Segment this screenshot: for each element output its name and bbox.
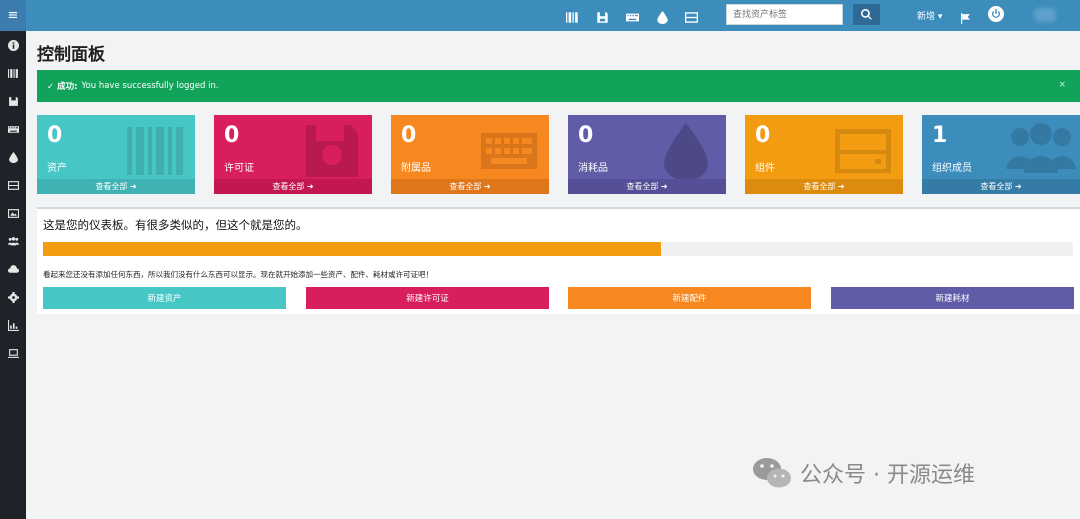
tile-count: 1: [932, 123, 948, 148]
bar-chart-icon: [7, 319, 19, 331]
alert-prefix: ✓ 成功:: [47, 82, 78, 92]
search-icon: [861, 9, 872, 20]
alerts-flag-icon[interactable]: [960, 9, 971, 28]
new-accessory-button[interactable]: 新建配件: [568, 287, 811, 309]
tile-assets: 0 资产 查看全部 ➜: [37, 115, 195, 194]
page-title: 控制面板: [37, 45, 105, 65]
watermark-text: 公众号 · 开源运维: [800, 463, 975, 488]
view-all-assets-link[interactable]: 查看全部 ➜: [37, 179, 195, 194]
new-consumable-button[interactable]: 新建耗材: [831, 287, 1074, 309]
dashboard-panel: 这是您的仪表板。有很多类似的，但这个就是您的。 看起来您还没有添加任何东西，所以…: [37, 207, 1080, 314]
tile-users: 1 组织成员 查看全部 ➜: [922, 115, 1080, 194]
tile-label: 组件: [755, 163, 775, 174]
barcode-icon: [7, 68, 18, 78]
menu-toggle-icon[interactable]: ≡: [0, 0, 26, 31]
user-avatar[interactable]: [1034, 8, 1056, 22]
progress-bar: [43, 242, 1073, 256]
view-all-accessories-link[interactable]: 查看全部 ➜: [391, 179, 549, 194]
power-logout-icon[interactable]: [988, 6, 1004, 22]
tile-label: 资产: [47, 163, 67, 174]
tile-accessories: 0 附属品 查看全部 ➜: [391, 115, 549, 194]
sidebar-item-dashboard[interactable]: [0, 31, 26, 59]
view-all-consumables-link[interactable]: 查看全部 ➜: [568, 179, 726, 194]
sidebar-item-settings[interactable]: [0, 283, 26, 311]
new-asset-button[interactable]: 新建资产: [43, 287, 286, 309]
tile-label: 消耗品: [578, 163, 608, 174]
alert-close-icon[interactable]: ×: [1058, 80, 1066, 90]
nav-accessories-keyboard-icon[interactable]: [626, 9, 639, 22]
sidebar-item-people[interactable]: [0, 227, 26, 255]
create-new-dropdown[interactable]: 新增 ▾: [917, 9, 942, 22]
keyboard-icon: [479, 121, 539, 181]
sidebar-item-reports[interactable]: [0, 311, 26, 339]
sidebar-item-consumables[interactable]: [0, 143, 26, 171]
cloud-upload-icon: [7, 264, 19, 273]
search-button[interactable]: [853, 4, 880, 25]
top-navbar: 新增 ▾: [26, 0, 1080, 31]
tile-label: 组织成员: [932, 163, 972, 174]
floppy-disk-icon: [302, 121, 362, 181]
sidebar-item-accessories[interactable]: [0, 115, 26, 143]
wechat-watermark: 公众号 · 开源运维: [752, 455, 975, 491]
progress-fill: [43, 242, 661, 256]
hard-drive-icon: [833, 121, 893, 181]
nav-consumables-droplet-icon[interactable]: [656, 9, 669, 24]
tile-count: 0: [755, 123, 771, 148]
keyboard-icon: [7, 125, 19, 133]
nav-assets-barcode-icon[interactable]: [566, 9, 579, 23]
sidebar-item-import[interactable]: [0, 255, 26, 283]
image-icon: [7, 208, 19, 218]
sidebar: ≡: [0, 0, 26, 519]
barcode-icon: [125, 121, 185, 181]
sidebar-item-components[interactable]: [0, 171, 26, 199]
view-all-licenses-link[interactable]: 查看全部 ➜: [214, 179, 372, 194]
sidebar-item-assets[interactable]: [0, 59, 26, 87]
nav-components-hdd-icon[interactable]: [685, 9, 698, 23]
gear-icon: [7, 291, 19, 303]
tile-count: 0: [47, 123, 63, 148]
tile-count: 0: [401, 123, 417, 148]
droplet-icon: [8, 151, 18, 163]
new-license-button[interactable]: 新建许可证: [306, 287, 549, 309]
users-icon: [1006, 121, 1076, 181]
laptop-icon: [7, 348, 19, 358]
users-icon: [7, 236, 19, 245]
tile-licenses: 0 许可证 查看全部 ➜: [214, 115, 372, 194]
asset-tag-search-input[interactable]: [726, 4, 843, 25]
empty-state-message: 看起来您还没有添加任何东西，所以我们没有什么东西可以显示。现在就开始添加一些资产…: [43, 270, 433, 279]
tile-consumables: 0 消耗品 查看全部 ➜: [568, 115, 726, 194]
sidebar-item-requestable[interactable]: [0, 339, 26, 367]
tile-count: 0: [578, 123, 594, 148]
droplet-icon: [656, 121, 716, 181]
panel-heading: 这是您的仪表板。有很多类似的，但这个就是您的。: [43, 218, 308, 232]
view-all-users-link[interactable]: 查看全部 ➜: [922, 179, 1080, 194]
alert-message: You have successfully logged in.: [81, 81, 219, 91]
tile-label: 附属品: [401, 163, 431, 174]
info-circle-icon: [7, 39, 19, 51]
tile-label: 许可证: [224, 163, 254, 174]
sidebar-item-reports-image[interactable]: [0, 199, 26, 227]
success-alert: ✓ 成功: You have successfully logged in. ×: [37, 70, 1080, 102]
hard-drive-icon: [7, 180, 19, 190]
tile-components: 0 组件 查看全部 ➜: [745, 115, 903, 194]
tile-count: 0: [224, 123, 240, 148]
nav-licenses-floppy-icon[interactable]: [596, 9, 609, 23]
sidebar-item-licenses[interactable]: [0, 87, 26, 115]
view-all-components-link[interactable]: 查看全部 ➜: [745, 179, 903, 194]
wechat-logo-icon: [753, 458, 791, 488]
floppy-disk-icon: [8, 96, 18, 106]
